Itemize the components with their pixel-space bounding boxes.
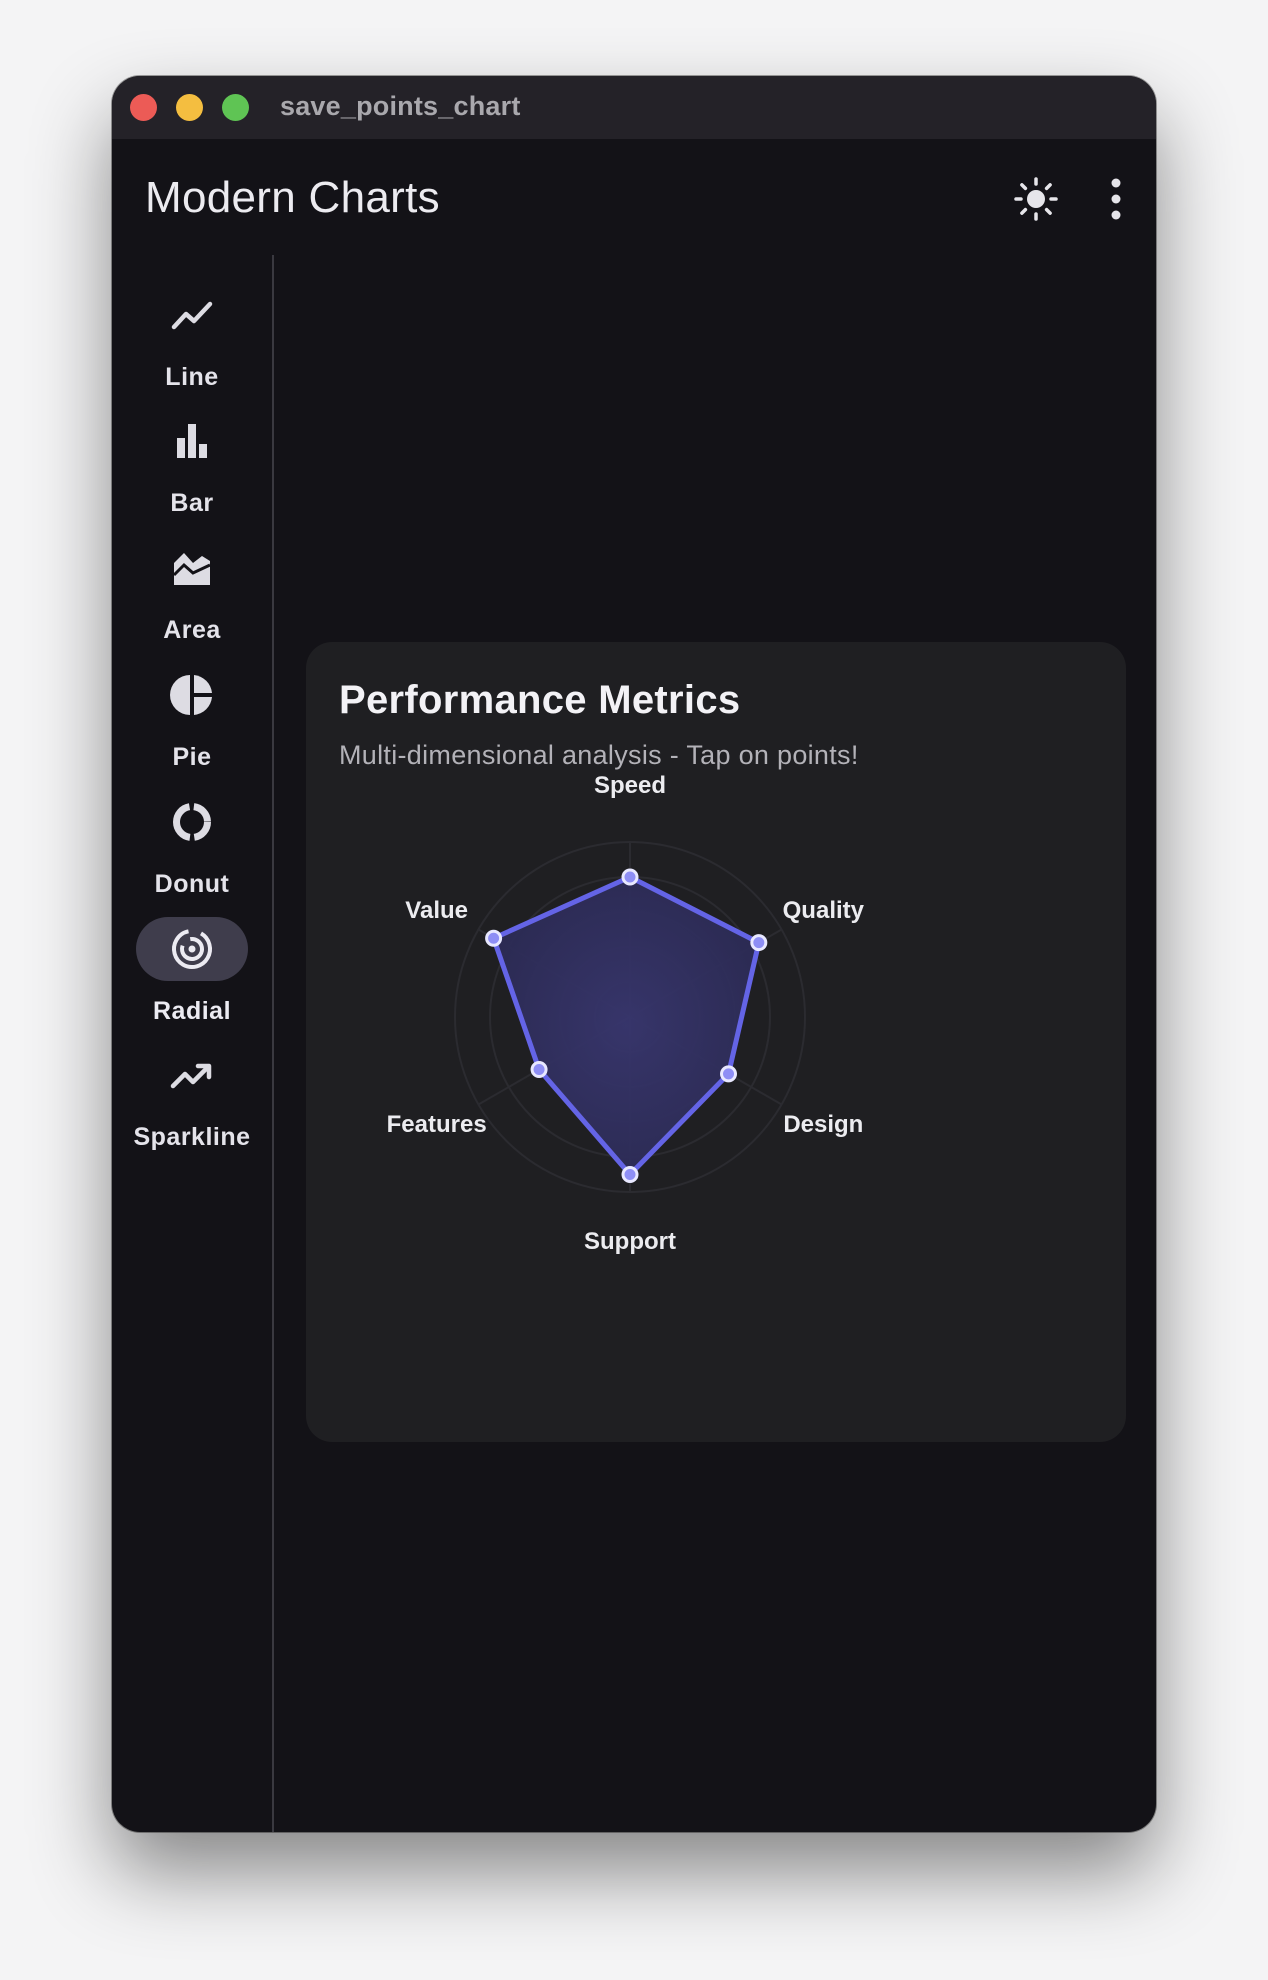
- nav-label: Sparkline: [133, 1123, 251, 1151]
- pie-chart-icon: [170, 675, 212, 715]
- radar-axis-label-quality: Quality: [783, 897, 865, 924]
- nav-label: Line: [165, 363, 219, 391]
- nav-label: Donut: [154, 870, 230, 898]
- sun-icon: [1014, 177, 1058, 221]
- donut-chart-icon: [173, 803, 211, 841]
- radar-point-support[interactable]: [621, 1166, 639, 1183]
- nav-icon-container: [136, 790, 248, 854]
- app-bar: Modern Charts: [112, 139, 1156, 255]
- radar-series-area: [491, 874, 762, 1177]
- nav-icon-container: [136, 917, 248, 981]
- radar-axis-label-design: Design: [783, 1111, 863, 1138]
- line-chart-icon: [171, 301, 213, 330]
- radar-point-design[interactable]: [720, 1065, 738, 1083]
- radar-series: [491, 874, 762, 1177]
- area-chart-icon: [172, 553, 211, 585]
- nav-item-area[interactable]: Area: [112, 530, 272, 650]
- nav-item-pie[interactable]: Pie: [112, 657, 272, 777]
- nav-icon-container: [136, 663, 248, 727]
- radar-point-quality[interactable]: [750, 934, 768, 952]
- more-options-button[interactable]: [1086, 169, 1146, 229]
- nav-label: Pie: [172, 743, 212, 771]
- navigation-rail: Line Bar Area Pie Donut Radial Sparkline: [112, 255, 274, 1832]
- trending-up-icon: [170, 1063, 212, 1089]
- radar-axis-label-value: Value: [405, 897, 468, 924]
- nav-label: Area: [163, 616, 221, 644]
- app-window: save_points_chart Modern Charts Line Bar…: [112, 76, 1156, 1832]
- nav-item-donut[interactable]: Donut: [112, 784, 272, 904]
- nav-icon-container: [136, 536, 248, 600]
- chart-card: Performance Metrics Multi-dimensional an…: [306, 642, 1126, 1442]
- close-window-button[interactable]: [130, 94, 157, 121]
- nav-item-sparkline[interactable]: Sparkline: [112, 1037, 272, 1157]
- radar-point-features[interactable]: [530, 1061, 548, 1078]
- window-title: save_points_chart: [280, 91, 521, 121]
- nav-item-radial[interactable]: Radial: [112, 911, 272, 1031]
- nav-item-bar[interactable]: Bar: [112, 403, 272, 523]
- bar-chart-icon: [177, 424, 207, 458]
- theme-toggle-button[interactable]: [1006, 169, 1066, 229]
- maximize-window-button[interactable]: [222, 94, 249, 121]
- minimize-window-button[interactable]: [176, 94, 203, 121]
- nav-icon-container: [136, 1043, 248, 1107]
- radar-axis-label-features: Features: [387, 1111, 487, 1138]
- radar-chart: Speed Quality Design Support Features Value: [387, 772, 865, 1255]
- nav-item-line[interactable]: Line: [112, 277, 272, 397]
- nav-label: Bar: [170, 489, 214, 517]
- radial-chart-icon: [172, 929, 212, 969]
- radar-axis-label-speed: Speed: [594, 772, 666, 799]
- nav-icon-container: [136, 409, 248, 473]
- radar-point-speed[interactable]: [621, 868, 639, 886]
- app-title: Modern Charts: [145, 173, 440, 222]
- nav-icon-container: [136, 283, 248, 347]
- nav-label: Radial: [152, 997, 232, 1025]
- more-vert-icon: [1111, 178, 1121, 220]
- title-bar: save_points_chart: [112, 76, 1156, 139]
- radar-point-value[interactable]: [485, 929, 503, 947]
- radar-axis-label-support: Support: [584, 1228, 676, 1255]
